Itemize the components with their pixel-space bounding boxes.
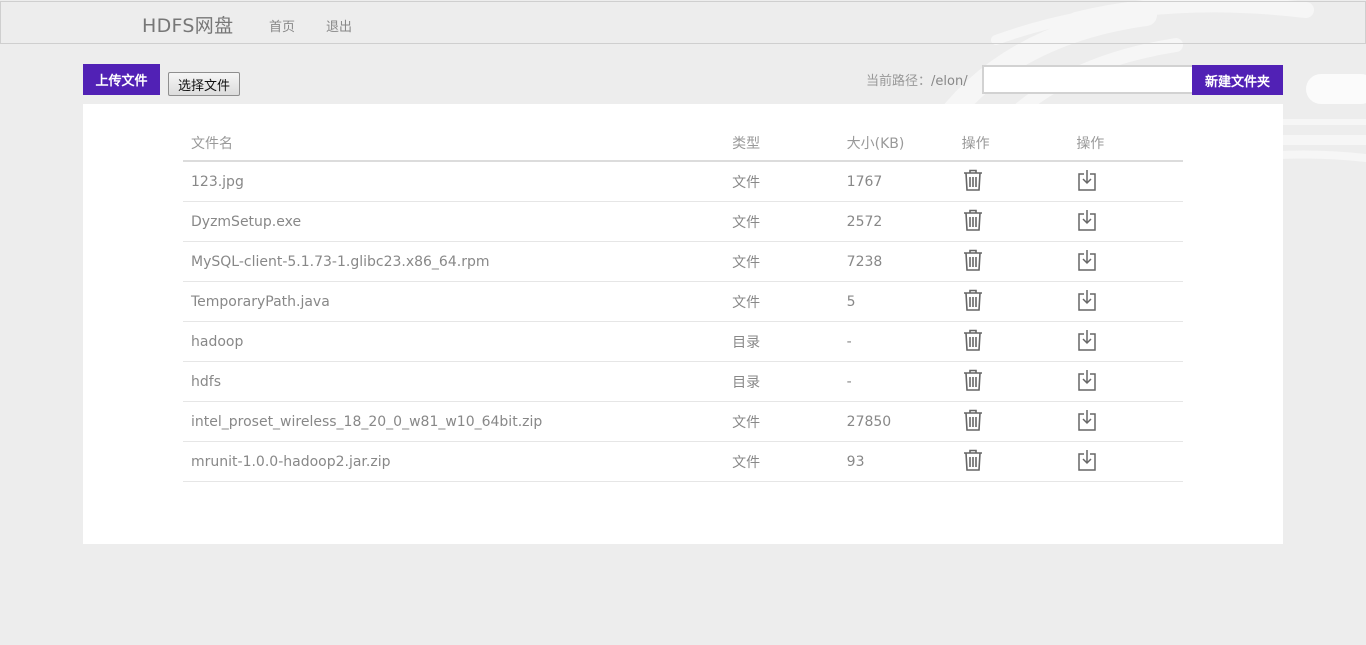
choose-file-button[interactable]: 选择文件 — [168, 72, 240, 96]
delete-cell — [953, 281, 1069, 322]
table-row: intel_proset_wireless_18_20_0_w81_w10_64… — [183, 401, 1183, 442]
path-label: 当前路径： — [866, 74, 932, 89]
file-type: 文件 — [724, 281, 839, 322]
table-row: hadoop 目录 - — [183, 321, 1183, 362]
file-name: TemporaryPath.java — [183, 281, 725, 322]
file-type: 文件 — [724, 201, 839, 242]
download-icon[interactable] — [1076, 328, 1098, 352]
file-name: intel_proset_wireless_18_20_0_w81_w10_64… — [183, 401, 725, 442]
download-cell — [1068, 281, 1183, 322]
new-folder-button[interactable]: 新建文件夹 — [1192, 65, 1283, 95]
file-size: 1767 — [838, 161, 954, 202]
table-row: mrunit-1.0.0-hadoop2.jar.zip 文件 93 — [183, 441, 1183, 482]
table-row: TemporaryPath.java 文件 5 — [183, 281, 1183, 322]
file-panel: 文件名 类型 大小(KB) 操作 操作 123.jpg 文件 1767 DyzmSet… — [83, 104, 1283, 544]
file-size: 5 — [838, 281, 954, 322]
file-size: 7238 — [838, 241, 954, 282]
download-icon[interactable] — [1076, 408, 1098, 432]
file-size: - — [838, 321, 954, 362]
download-icon[interactable] — [1076, 448, 1098, 472]
file-type: 文件 — [724, 401, 839, 442]
file-name: mrunit-1.0.0-hadoop2.jar.zip — [183, 441, 725, 482]
download-cell — [1068, 321, 1183, 362]
table-row: hdfs 目录 - — [183, 361, 1183, 402]
file-table: 文件名 类型 大小(KB) 操作 操作 123.jpg 文件 1767 DyzmSet… — [183, 126, 1183, 482]
file-name: DyzmSetup.exe — [183, 201, 725, 242]
file-rows: 123.jpg 文件 1767 DyzmSetup.exe 文件 2572 MySQL-cl… — [183, 161, 1183, 482]
download-cell — [1068, 161, 1183, 202]
download-cell — [1068, 361, 1183, 402]
trash-icon[interactable] — [962, 288, 984, 312]
trash-icon[interactable] — [962, 208, 984, 232]
download-cell — [1068, 241, 1183, 282]
file-size: 27850 — [838, 401, 954, 442]
nav-logout-link[interactable]: 退出 — [326, 16, 352, 35]
download-icon[interactable] — [1076, 368, 1098, 392]
upload-file-button[interactable]: 上传文件 — [83, 64, 160, 95]
delete-cell — [953, 241, 1069, 282]
trash-icon[interactable] — [962, 328, 984, 352]
file-name[interactable]: hadoop — [183, 321, 725, 362]
file-size: - — [838, 361, 954, 402]
table-row: MySQL-client-5.1.73-1.glibc23.x86_64.rpm… — [183, 241, 1183, 282]
delete-cell — [953, 401, 1069, 442]
file-type: 目录 — [724, 321, 839, 362]
delete-cell — [953, 161, 1069, 202]
file-size: 93 — [838, 441, 954, 482]
file-type: 目录 — [724, 361, 839, 402]
trash-icon[interactable] — [962, 168, 984, 192]
file-size: 2572 — [838, 201, 954, 242]
header-filename: 文件名 — [183, 126, 725, 162]
delete-cell — [953, 201, 1069, 242]
current-path: 当前路径：/elon/ — [866, 70, 968, 89]
table-row: DyzmSetup.exe 文件 2572 — [183, 201, 1183, 242]
page: HDFS网盘 首页 退出 上传文件 选择文件 当前路径：/elon/ 新建文件夹… — [0, 0, 1366, 645]
download-icon[interactable] — [1076, 288, 1098, 312]
trash-icon[interactable] — [962, 408, 984, 432]
file-name: 123.jpg — [183, 161, 725, 202]
download-cell — [1068, 201, 1183, 242]
download-cell — [1068, 401, 1183, 442]
delete-cell — [953, 441, 1069, 482]
file-type: 文件 — [724, 161, 839, 202]
navbar: HDFS网盘 首页 退出 — [0, 1, 1366, 44]
header-type: 类型 — [724, 126, 839, 162]
download-icon[interactable] — [1076, 168, 1098, 192]
trash-icon[interactable] — [962, 448, 984, 472]
table-header-row: 文件名 类型 大小(KB) 操作 操作 — [183, 126, 1183, 162]
download-icon[interactable] — [1076, 208, 1098, 232]
delete-cell — [953, 361, 1069, 402]
path-value: /elon/ — [931, 74, 968, 89]
trash-icon[interactable] — [962, 248, 984, 272]
header-size: 大小(KB) — [838, 126, 954, 162]
download-cell — [1068, 441, 1183, 482]
brand-title[interactable]: HDFS网盘 — [142, 11, 233, 38]
file-type: 文件 — [724, 441, 839, 482]
download-icon[interactable] — [1076, 248, 1098, 272]
nav-home-link[interactable]: 首页 — [269, 16, 295, 35]
header-download-action: 操作 — [1068, 126, 1183, 162]
table-row: 123.jpg 文件 1767 — [183, 161, 1183, 202]
header-delete-action: 操作 — [953, 126, 1069, 162]
file-name[interactable]: hdfs — [183, 361, 725, 402]
new-folder-name-input[interactable] — [982, 65, 1196, 94]
file-type: 文件 — [724, 241, 839, 282]
trash-icon[interactable] — [962, 368, 984, 392]
delete-cell — [953, 321, 1069, 362]
file-name: MySQL-client-5.1.73-1.glibc23.x86_64.rpm — [183, 241, 725, 282]
